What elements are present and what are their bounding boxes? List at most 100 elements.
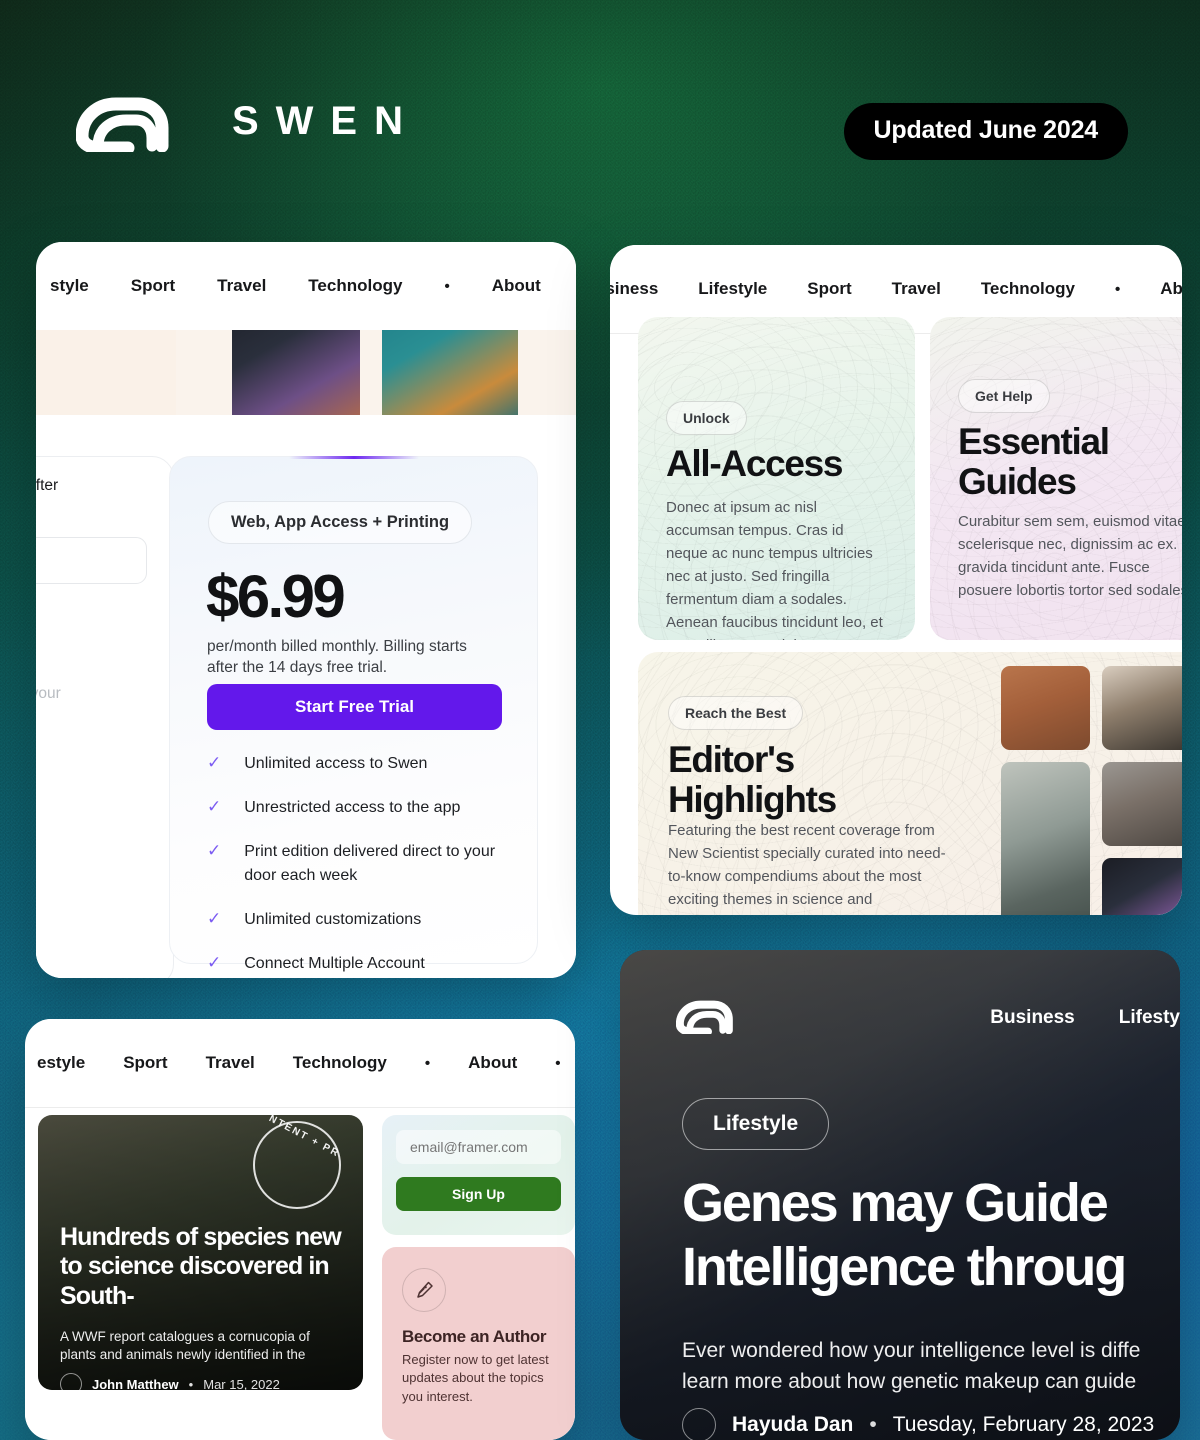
swen-ribbon-logo-icon <box>675 996 740 1039</box>
avatar <box>502 1397 544 1439</box>
strip-image-monitor <box>232 330 360 415</box>
all-access-pill: Unlock <box>666 401 747 435</box>
featured-plan-card: Web, App Access + Printing $6.99 per/mon… <box>169 456 538 972</box>
partial-plan-line-1: arts after <box>36 477 59 494</box>
content-stamp-badge: NTENT + PR <box>253 1115 342 1209</box>
hero-author-name: Hayuda Dan <box>732 1413 854 1436</box>
pricing-card-image-strip <box>36 330 576 415</box>
nav-item-lifestyle[interactable]: style <box>50 276 89 296</box>
nav-item-lifestyle[interactable]: Lifesty <box>1119 1007 1180 1029</box>
all-access-card[interactable]: Unlock All-Access Donec at ipsum ac nisl… <box>638 317 915 640</box>
become-author-card[interactable]: Become an Author Register now to get lat… <box>382 1247 575 1440</box>
nav-item-travel[interactable]: Travel <box>892 279 941 299</box>
avatar <box>682 1408 716 1440</box>
avatar <box>462 1397 504 1439</box>
email-input[interactable] <box>396 1130 561 1164</box>
editors-highlights-pill: Reach the Best <box>668 696 804 730</box>
plan-feature-label: Unrestricted access to the app <box>244 799 461 817</box>
avatar <box>60 1373 82 1390</box>
nav-item-sport[interactable]: Sport <box>807 279 851 299</box>
pricing-preview-card: style Sport Travel Technology • About • … <box>36 242 576 978</box>
nav-item-technology[interactable]: Technology <box>293 1053 387 1073</box>
article-card-navbar: estyle Sport Travel Technology • About •… <box>37 1019 575 1107</box>
brand-lockup: SWEN <box>76 90 420 152</box>
plan-name-pill: Web, App Access + Printing <box>208 501 473 544</box>
gallery-image-canyon <box>1001 666 1090 750</box>
featured-article-title: Hundreds of species new to science disco… <box>60 1223 342 1310</box>
plan-feature-item: ✓ Unrestricted access to the app <box>207 796 517 819</box>
partial-plan-line-3: ct to your <box>36 685 61 702</box>
nav-item-technology[interactable]: Technology <box>308 276 402 296</box>
article-preview-card: estyle Sport Travel Technology • About •… <box>25 1019 575 1440</box>
gallery-image-desk-laptop <box>1102 666 1182 750</box>
check-icon: ✓ <box>207 797 222 817</box>
nav-separator-dot: • <box>424 1054 431 1072</box>
check-icon: ✓ <box>207 841 222 861</box>
become-author-title: Become an Author <box>402 1327 547 1346</box>
plan-price: $6.99 <box>206 563 346 630</box>
pricing-card-body: arts after e app ct to your Web, App Acc… <box>36 415 576 978</box>
nav-item-business[interactable]: Business <box>610 279 658 299</box>
essential-guides-title: Essential Guides <box>958 421 1110 502</box>
nav-item-business[interactable]: Business <box>990 1007 1074 1029</box>
start-free-trial-button[interactable]: Start Free Trial <box>207 684 502 730</box>
gallery-image-city-street <box>1102 762 1182 846</box>
check-icon: ✓ <box>207 753 222 772</box>
nav-item-travel[interactable]: Travel <box>217 276 266 296</box>
strip-image-placeholder <box>36 330 176 415</box>
strip-image-teal-room <box>382 330 518 415</box>
plan-feature-label: Unlimited customizations <box>244 910 422 928</box>
hero-description-line-1: Ever wondered how your intelligence leve… <box>682 1339 1141 1362</box>
gallery-image-mountain <box>1001 762 1090 915</box>
nav-separator-dot-2: • <box>555 1054 561 1072</box>
nav-item-sport[interactable]: Sport <box>131 276 175 296</box>
article-card-body: NTENT + PR Hundreds of species new to sc… <box>25 1108 575 1440</box>
plan-billing-note: per/month billed monthly. Billing starts… <box>207 638 467 676</box>
plan-feature-list: ✓ Unlimited access to Swen ✓ Unrestricte… <box>207 752 517 978</box>
author-avatar-grid <box>382 1397 575 1440</box>
page-header: SWEN Updated June 2024 <box>0 0 1200 240</box>
featured-article-meta: John Matthew • Mar 15, 2022 <box>60 1373 280 1390</box>
hero-category-pill[interactable]: Lifestyle <box>682 1098 830 1150</box>
essential-guides-card[interactable]: Get Help Essential Guides Curabitur sem … <box>930 317 1182 640</box>
hero-byline: Hayuda Dan • Tuesday, February 28, 2023 <box>682 1408 1154 1440</box>
publish-date: Mar 15, 2022 <box>203 1376 280 1391</box>
plan-feature-item: ✓ Unlimited customizations <box>207 908 517 931</box>
pen-nib-icon <box>402 1268 446 1312</box>
nav-item-about[interactable]: About <box>1160 279 1182 299</box>
partial-plan-card: arts after e app ct to your <box>36 456 174 978</box>
hero-headline-line-1: Genes may Guide <box>682 1173 1109 1233</box>
nav-item-about[interactable]: About <box>468 1053 517 1073</box>
avatar <box>382 1397 424 1439</box>
sign-up-button[interactable]: Sign Up <box>396 1177 561 1211</box>
partial-plan-button[interactable] <box>36 537 147 584</box>
essential-guides-body: Curabitur sem sem, euismod vitae sceleri… <box>958 513 1182 599</box>
plan-feature-item: ✓ Unlimited access to Swen <box>207 752 517 775</box>
nav-item-lifestyle[interactable]: estyle <box>37 1053 85 1073</box>
nav-item-about[interactable]: About <box>492 276 541 296</box>
editors-highlights-card[interactable]: Reach the Best Editor's Highlights Featu… <box>638 652 1182 915</box>
nav-item-travel[interactable]: Travel <box>206 1053 255 1073</box>
all-access-title: All-Access <box>666 443 844 484</box>
nav-item-sport[interactable]: Sport <box>123 1053 167 1073</box>
hero-meta-separator: • <box>869 1413 877 1436</box>
plan-feature-label: Print edition delivered direct to your d… <box>244 843 496 884</box>
editors-highlights-title: Editor's Highlights <box>668 739 837 820</box>
nav-item-technology[interactable]: Technology <box>981 279 1075 299</box>
avatar <box>422 1397 464 1439</box>
nav-separator-dot: • <box>1114 280 1121 298</box>
hero-card-navbar: Business Lifesty <box>620 996 1180 1039</box>
gallery-image-monitor <box>1102 858 1182 915</box>
editors-highlights-body: Featuring the best recent coverage from … <box>668 822 946 915</box>
editors-image-grid <box>1001 666 1182 915</box>
check-icon: ✓ <box>207 908 222 928</box>
author-name: John Matthew <box>92 1376 179 1391</box>
check-icon: ✓ <box>207 952 222 972</box>
featured-article-tile[interactable]: NTENT + PR Hundreds of species new to sc… <box>38 1115 363 1390</box>
plan-feature-item: ✓ Connect Multiple Account <box>207 952 517 975</box>
featured-article-subtitle: A WWF report catalogues a cornucopia of … <box>60 1329 310 1363</box>
essential-guides-pill: Get Help <box>958 379 1050 413</box>
nav-item-lifestyle[interactable]: Lifestyle <box>698 279 767 299</box>
swen-ribbon-logo-icon <box>76 90 180 152</box>
meta-separator: • <box>188 1376 194 1391</box>
